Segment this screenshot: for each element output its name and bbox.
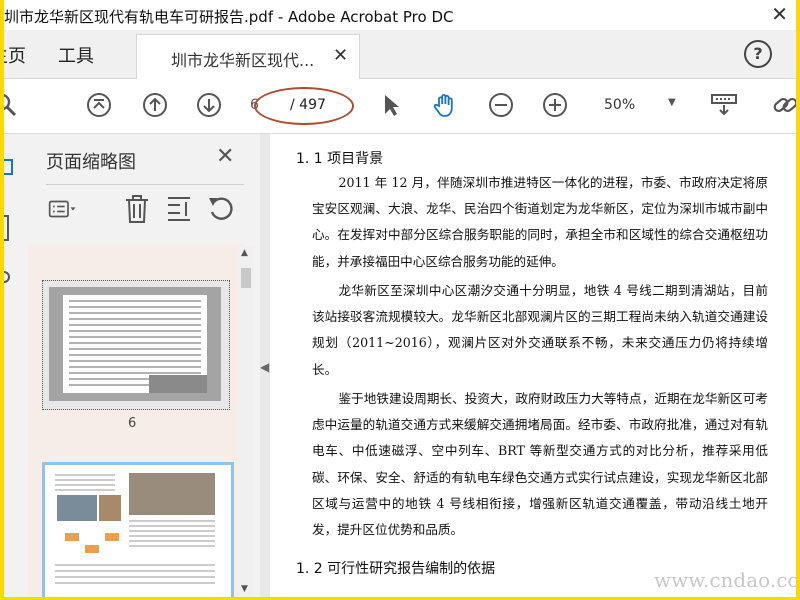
- doc-tab-label: 圳市龙华新区现代...: [171, 51, 315, 70]
- select-arrow-icon[interactable]: [378, 92, 404, 118]
- window-title: 圳市龙华新区现代有轨电车可研报告.pdf - Adobe Acrobat Pro…: [4, 8, 454, 26]
- scroll-up-icon[interactable]: [86, 92, 112, 118]
- window-close-button[interactable]: ✕: [771, 2, 788, 26]
- thumb-options-icon[interactable]: [48, 194, 78, 224]
- panel-close-button[interactable]: ✕: [216, 144, 234, 169]
- thumbnail-preview: [55, 473, 215, 584]
- zoom-out-icon[interactable]: [488, 92, 514, 118]
- doc-tab-close-button[interactable]: ✕: [333, 45, 348, 66]
- zoom-in-icon[interactable]: [542, 92, 568, 118]
- thumbnail-text-lines: [63, 295, 207, 393]
- zoom-value[interactable]: 50%: [604, 97, 635, 113]
- next-page-icon[interactable]: [196, 92, 222, 118]
- panel-title: 页面缩略图: [46, 152, 136, 173]
- page-thumbnail[interactable]: [42, 280, 230, 410]
- delete-page-icon[interactable]: [122, 194, 152, 224]
- tab-document[interactable]: 圳市龙华新区现代... ✕: [136, 34, 360, 79]
- page-thumbnail-number: 6: [128, 416, 137, 431]
- section-heading-2: 1. 2 可行性研究报告编制的依据: [296, 561, 496, 577]
- hand-icon[interactable]: [432, 92, 458, 118]
- divider: [46, 184, 244, 185]
- zoom-dropdown-icon[interactable]: ▼: [668, 97, 676, 108]
- site-watermark: www.cndao.com: [654, 568, 796, 592]
- scrollbar-thumb[interactable]: [241, 268, 251, 288]
- crop-page-icon[interactable]: [164, 194, 194, 224]
- paragraph-3: 鉴于地铁建设周期长、投资大，政府财政压力大等特点，近期在龙华新区可考虑中运量的轨…: [312, 391, 769, 538]
- paragraph-2: 龙华新区至深圳中心区潮汐交通十分明显，地铁 4 号线二期到清湖站，目前该站接驳客…: [312, 283, 769, 377]
- tab-tools[interactable]: 工具: [58, 42, 94, 68]
- paragraph-1: 2011 年 12 月，伴随深圳市推进特区一体化的进程，市委、市政府决定将原宝安…: [312, 175, 769, 269]
- thumbnail-preview: [49, 287, 221, 401]
- section-heading: 1. 1 项目背景: [296, 151, 384, 167]
- rotate-page-icon[interactable]: [206, 194, 236, 224]
- thumbnails-panel: 页面缩略图 ✕ ▲ ▼ 6: [28, 134, 260, 597]
- pages-nav-icon[interactable]: [4, 158, 14, 176]
- prev-page-icon[interactable]: [142, 92, 168, 118]
- annotation-oval: [254, 87, 354, 125]
- attachment-nav-icon[interactable]: [4, 268, 14, 286]
- title-bar: 圳市龙华新区现代有轨电车可研报告.pdf - Adobe Acrobat Pro…: [4, 0, 796, 30]
- page-thumbnail-selected[interactable]: [42, 462, 234, 597]
- acrobat-window: 圳市龙华新区现代有轨电车可研报告.pdf - Adobe Acrobat Pro…: [4, 0, 796, 597]
- keyboard-download-icon[interactable]: [710, 92, 738, 118]
- nav-bar: 主页 工具 圳市龙华新区现代... ✕ ?: [4, 30, 796, 79]
- panel-collapse-handle[interactable]: ◀: [260, 134, 270, 597]
- help-button[interactable]: ?: [744, 40, 772, 68]
- left-nav-rail: [4, 134, 29, 597]
- toolbar: 6 / 497 50% ▼: [4, 79, 796, 134]
- document-page: 1. 1 项目背景 2011 年 12 月，伴随深圳市推进特区一体化的进程，市委…: [270, 134, 796, 597]
- link-icon[interactable]: [772, 92, 796, 118]
- collapse-arrow-icon[interactable]: ◀: [260, 360, 269, 374]
- bookmark-nav-icon[interactable]: [4, 214, 14, 242]
- thumbnail-scrollbar[interactable]: ▲ ▼: [238, 246, 254, 597]
- tab-home[interactable]: 主页: [4, 42, 26, 68]
- search-icon[interactable]: [4, 92, 18, 118]
